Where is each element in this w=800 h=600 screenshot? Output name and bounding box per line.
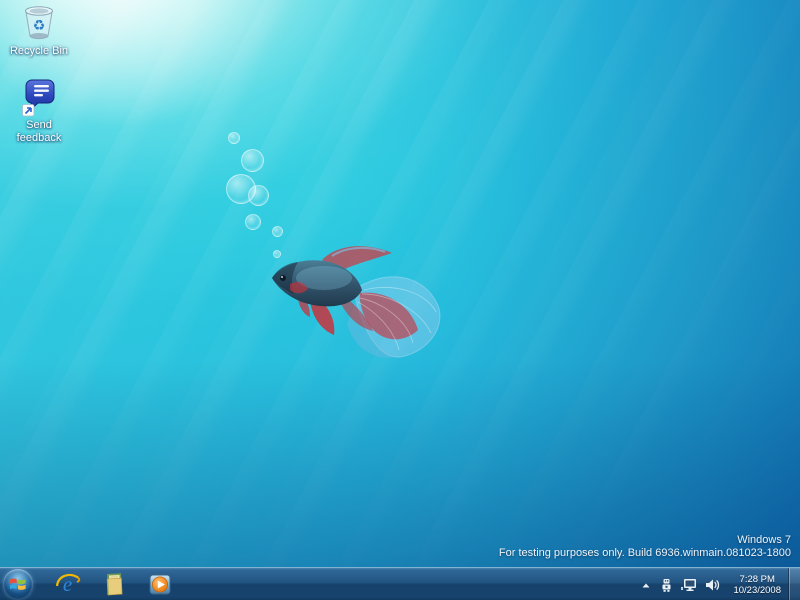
desktop-icon-recycle-bin[interactable]: ♻ Recycle Bin (2, 4, 76, 58)
desktop-icon-label: Recycle Bin (9, 45, 69, 57)
recycle-bin-icon: ♻ (25, 6, 53, 40)
media-player-icon (149, 574, 171, 595)
bubble (228, 132, 240, 144)
send-feedback-icon (22, 79, 55, 117)
volume-icon[interactable] (705, 578, 721, 592)
taskbar: e 7:28 PM 10/23/2008 (0, 567, 800, 600)
pinned-taskbar-items: e (45, 568, 183, 600)
clock-time: 7:28 PM (739, 573, 775, 585)
windows-logo-icon (10, 578, 26, 590)
betta-fish (272, 246, 441, 358)
desktop-icon-send-feedback[interactable]: Send feedback (2, 78, 76, 145)
watermark-line1: Windows 7 (737, 534, 791, 546)
bubble (248, 185, 269, 206)
action-center-icon[interactable] (660, 578, 673, 592)
network-icon[interactable] (681, 578, 697, 592)
watermark-line2: For testing purposes only. Build 6936.wi… (498, 547, 791, 559)
svg-text:♻: ♻ (33, 18, 46, 34)
taskbar-item-windows-media-player[interactable] (137, 568, 183, 600)
bubble (245, 214, 261, 230)
tray-clock[interactable]: 7:28 PM 10/23/2008 (733, 574, 781, 596)
show-hidden-icons-button[interactable] (640, 580, 652, 590)
clock-date: 10/23/2008 (733, 584, 781, 596)
folder-icon (106, 573, 123, 596)
desktop-icon-label: Send feedback (16, 119, 62, 144)
internet-explorer-icon: e (55, 572, 81, 596)
taskbar-item-windows-explorer[interactable] (91, 568, 137, 600)
bubble (272, 226, 283, 237)
build-watermark: Windows 7 For testing purposes only. Bui… (499, 534, 791, 560)
windows7-desktop: ♻ Recycle Bin Send feedback Windows 7 Fo… (0, 0, 800, 600)
taskbar-item-internet-explorer[interactable]: e (45, 568, 91, 600)
system-tray: 7:28 PM 10/23/2008 (640, 568, 787, 600)
start-button[interactable] (3, 569, 33, 599)
bubble (241, 149, 264, 172)
show-desktop-button[interactable] (788, 568, 800, 600)
